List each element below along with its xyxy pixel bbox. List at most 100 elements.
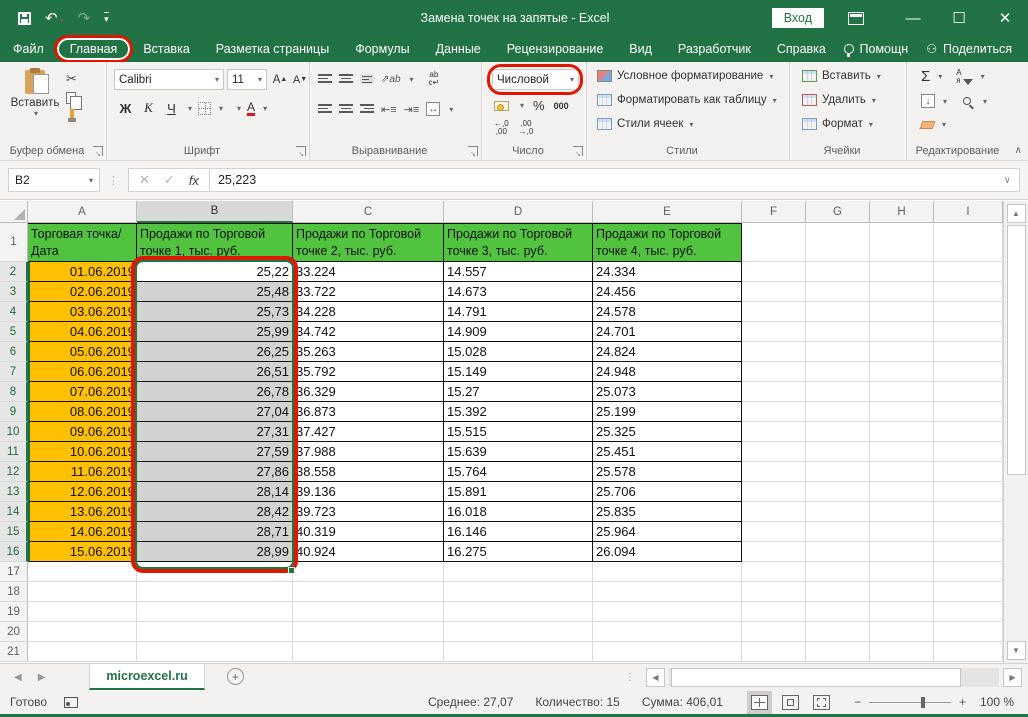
cell-A4[interactable]: 03.06.2019: [28, 302, 137, 322]
cell-A17[interactable]: [28, 562, 137, 582]
cell-B1[interactable]: Продажи по Торговой точке 1, тыс. руб.: [137, 223, 293, 262]
row-header-8[interactable]: 8: [0, 382, 28, 402]
cell-H10[interactable]: [870, 422, 934, 442]
cell-C16[interactable]: 40.924: [293, 542, 444, 562]
page-break-view-icon[interactable]: [813, 695, 830, 710]
cell-H8[interactable]: [870, 382, 934, 402]
cell-F21[interactable]: [742, 642, 806, 662]
tab-Вставка[interactable]: Вставка: [130, 38, 202, 60]
prev-sheet-icon[interactable]: ◀: [14, 672, 22, 683]
italic-button[interactable]: К: [140, 100, 157, 116]
clipboard-dialog-launcher[interactable]: [93, 146, 103, 156]
cell-F16[interactable]: [742, 542, 806, 562]
tab-helper[interactable]: Помощн: [860, 42, 909, 56]
row-header-15[interactable]: 15: [0, 522, 28, 542]
cell-I10[interactable]: [934, 422, 1003, 442]
cell-H7[interactable]: [870, 362, 934, 382]
cell-I12[interactable]: [934, 462, 1003, 482]
horizontal-scroll-thumb[interactable]: [671, 668, 961, 687]
close-button[interactable]: ✕: [982, 0, 1028, 36]
cell-B9[interactable]: 27,04: [137, 402, 293, 422]
cell-B10[interactable]: 27,31: [137, 422, 293, 442]
cell-A16[interactable]: 15.06.2019: [28, 542, 137, 562]
cell-B11[interactable]: 27,59: [137, 442, 293, 462]
clear-icon[interactable]: [920, 121, 936, 129]
row-header-2[interactable]: 2: [0, 262, 28, 282]
cell-C1[interactable]: Продажи по Торговой точке 2, тыс. руб.: [293, 223, 444, 262]
cell-G21[interactable]: [806, 642, 870, 662]
cell-E2[interactable]: 24.334: [593, 262, 742, 282]
cell-H6[interactable]: [870, 342, 934, 362]
cell-D11[interactable]: 15.639: [444, 442, 593, 462]
cell-E21[interactable]: [593, 642, 742, 662]
hscroll-grip[interactable]: ⋮: [625, 672, 636, 683]
cell-H1[interactable]: [870, 223, 934, 262]
cell-H5[interactable]: [870, 322, 934, 342]
row-header-14[interactable]: 14: [0, 502, 28, 522]
cell-B19[interactable]: [137, 602, 293, 622]
row-header-13[interactable]: 13: [0, 482, 28, 502]
macro-record-icon[interactable]: [64, 697, 78, 708]
expand-formula-bar-icon[interactable]: ∨: [1004, 175, 1011, 186]
normal-view-icon[interactable]: [751, 695, 768, 710]
cell-F14[interactable]: [742, 502, 806, 522]
cell-B20[interactable]: [137, 622, 293, 642]
customize-qat-icon[interactable]: ▾: [104, 12, 109, 25]
row-header-12[interactable]: 12: [0, 462, 28, 482]
column-header-C[interactable]: C: [293, 201, 444, 223]
tab-Данные[interactable]: Данные: [423, 38, 494, 60]
page-layout-view-icon[interactable]: [782, 695, 799, 710]
font-size-combo[interactable]: 11▾: [227, 69, 267, 90]
insert-cells-button[interactable]: Вставить▾: [822, 70, 881, 82]
column-header-B[interactable]: B: [137, 201, 293, 223]
format-as-table-button[interactable]: Форматировать как таблицу▾: [617, 94, 777, 106]
cell-C7[interactable]: 35.792: [293, 362, 444, 382]
zoom-level[interactable]: 100 %: [980, 695, 1028, 709]
cell-F1[interactable]: [742, 223, 806, 262]
cell-D19[interactable]: [444, 602, 593, 622]
cell-I13[interactable]: [934, 482, 1003, 502]
cell-E16[interactable]: 26.094: [593, 542, 742, 562]
column-header-F[interactable]: F: [742, 201, 806, 223]
cell-F10[interactable]: [742, 422, 806, 442]
tab-Файл[interactable]: Файл: [0, 38, 57, 60]
align-middle-icon[interactable]: [339, 74, 353, 84]
fill-down-icon[interactable]: ↓: [921, 94, 935, 108]
sign-in-button[interactable]: Вход: [772, 8, 824, 28]
cell-C21[interactable]: [293, 642, 444, 662]
column-header-E[interactable]: E: [593, 201, 742, 223]
cell-H13[interactable]: [870, 482, 934, 502]
cell-C18[interactable]: [293, 582, 444, 602]
cell-I18[interactable]: [934, 582, 1003, 602]
comma-format-icon[interactable]: 000: [554, 101, 569, 111]
cell-H18[interactable]: [870, 582, 934, 602]
cell-D8[interactable]: 15.27: [444, 382, 593, 402]
bold-button[interactable]: Ж: [117, 101, 134, 116]
cell-F4[interactable]: [742, 302, 806, 322]
decrease-decimal-icon[interactable]: ,00 →,0: [519, 120, 534, 137]
cell-G4[interactable]: [806, 302, 870, 322]
row-header-17[interactable]: 17: [0, 562, 28, 582]
cell-I20[interactable]: [934, 622, 1003, 642]
wrap-text-icon[interactable]: abc↵: [429, 71, 440, 88]
scroll-right-icon[interactable]: ▶: [1003, 668, 1022, 687]
cell-F13[interactable]: [742, 482, 806, 502]
cell-C4[interactable]: 34.228: [293, 302, 444, 322]
cell-F17[interactable]: [742, 562, 806, 582]
cell-A8[interactable]: 07.06.2019: [28, 382, 137, 402]
cell-D3[interactable]: 14.673: [444, 282, 593, 302]
cell-H9[interactable]: [870, 402, 934, 422]
cell-B21[interactable]: [137, 642, 293, 662]
cell-G6[interactable]: [806, 342, 870, 362]
cell-A12[interactable]: 11.06.2019: [28, 462, 137, 482]
cell-D14[interactable]: 16.018: [444, 502, 593, 522]
cell-D5[interactable]: 14.909: [444, 322, 593, 342]
currency-format-icon[interactable]: [494, 101, 509, 111]
vertical-scroll-thumb[interactable]: [1007, 225, 1026, 475]
cell-B17[interactable]: [137, 562, 293, 582]
cell-G16[interactable]: [806, 542, 870, 562]
cell-G17[interactable]: [806, 562, 870, 582]
cell-B12[interactable]: 27,86: [137, 462, 293, 482]
insert-function-icon[interactable]: fx: [189, 173, 199, 188]
cell-E8[interactable]: 25.073: [593, 382, 742, 402]
